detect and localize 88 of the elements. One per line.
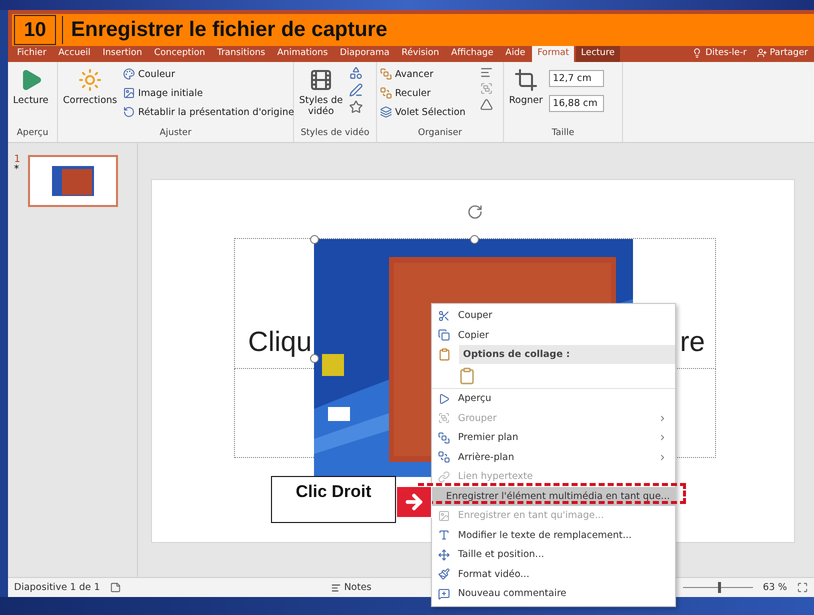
move-icon (438, 548, 450, 561)
reset-icon (123, 106, 136, 118)
ribbon-tab[interactable]: Aide (500, 44, 530, 62)
reset-button[interactable]: Rétablir la présentation d'origine (123, 104, 294, 120)
group-label: Taille (550, 128, 576, 140)
group-label: Ajuster (158, 128, 192, 140)
ribbon-tab[interactable]: Conception (149, 44, 210, 62)
step-title: Enregistrer le fichier de capture (62, 16, 814, 44)
slide-count: Diapositive 1 de 1 (14, 582, 100, 593)
group-label: Styles de vidéo (300, 128, 370, 140)
tell-me-field[interactable]: Dites-le-r (692, 48, 747, 58)
align-icon (480, 66, 493, 79)
menu-item[interactable]: Format vidéo... (432, 564, 675, 584)
group-label: Aperçu (16, 128, 50, 140)
ribbon-tab[interactable]: Diaporama (334, 44, 394, 62)
link-icon (438, 470, 450, 483)
send-back-icon (380, 87, 392, 99)
image-icon (123, 87, 136, 99)
title-text: Cliqu (248, 325, 312, 359)
menu-item[interactable]: Couper (432, 306, 675, 326)
menu-item[interactable]: Nouveau commentaire (432, 584, 675, 604)
video-styles-button[interactable]: Styles de vidéo (297, 66, 345, 128)
bring-front-icon (380, 68, 392, 80)
send-back-icon (438, 451, 450, 464)
star-icon (349, 100, 363, 114)
play-icon (438, 392, 450, 405)
rotate-handle-icon[interactable] (467, 204, 483, 220)
zoom-thumb[interactable] (718, 582, 721, 593)
slide-number: 1 (14, 155, 20, 165)
zoom-level: 63 % (762, 582, 787, 593)
menu-item[interactable]: Aperçu (432, 389, 675, 408)
initial-image-button[interactable]: Image initiale (123, 85, 294, 101)
ribbon-tab[interactable]: Révision (396, 44, 444, 62)
ribbon-tab[interactable]: Animations (272, 44, 333, 62)
crop-icon (514, 68, 538, 92)
film-icon (309, 68, 333, 92)
ribbon-tab[interactable]: Insertion (98, 44, 148, 62)
corrections-button[interactable]: Corrections (61, 66, 120, 128)
menu-item[interactable]: Taille et position... (432, 545, 675, 564)
menu-item[interactable]: Premier plan (432, 428, 675, 448)
menu-item[interactable]: Modifier le texte de remplacement... (432, 526, 675, 545)
resize-handle[interactable] (310, 235, 319, 244)
transition-mark: * (14, 165, 20, 175)
image-icon (438, 510, 450, 522)
resize-handle[interactable] (470, 235, 479, 244)
play-button[interactable]: Lecture (11, 66, 50, 128)
color-button[interactable]: Couleur (123, 66, 294, 82)
bring-front-icon (438, 432, 450, 444)
slide-thumbnail[interactable] (28, 155, 118, 207)
height-field[interactable]: 12,7 cm (548, 70, 604, 87)
person-plus-icon (756, 48, 767, 58)
pen-icon (349, 83, 363, 97)
menu-item[interactable]: Enregistrer l'élément multimédia en tant que... (432, 486, 675, 506)
clipboard-icon (438, 348, 451, 361)
menu-header: Options de collage : (459, 345, 675, 364)
resize-handle[interactable] (310, 354, 319, 363)
menu-item[interactable]: Arrière-plan (432, 448, 675, 467)
text-icon (438, 529, 450, 542)
menu-item[interactable]: Copier (432, 326, 675, 345)
scissors-icon (438, 310, 450, 322)
notes-icon (331, 582, 342, 592)
shapes-icon (349, 66, 363, 80)
ribbon-tab[interactable]: Affichage (446, 44, 498, 62)
lightbulb-icon (692, 48, 702, 58)
forward-button[interactable]: Avancer (380, 66, 466, 82)
paintbrush-icon (438, 568, 450, 580)
sun-icon (78, 68, 102, 92)
callout-label: Clic Droit (271, 476, 396, 523)
step-number: 10 (14, 15, 56, 45)
palette-icon (123, 68, 136, 80)
group-icon (480, 82, 493, 95)
comment-icon (438, 588, 450, 600)
width-field[interactable]: 16,88 cm (548, 95, 604, 112)
ribbon-tab[interactable]: Transitions (212, 44, 270, 62)
ribbon-tab[interactable]: Fichier (12, 44, 52, 62)
selection-pane-button[interactable]: Volet Sélection (380, 104, 466, 120)
group-icon (438, 412, 450, 424)
arrow-right-icon (403, 491, 425, 513)
copy-icon (438, 329, 450, 342)
backward-button[interactable]: Reculer (380, 85, 466, 101)
title-text: re (680, 325, 705, 359)
ribbon-tab[interactable]: Accueil (53, 44, 96, 62)
layers-icon (380, 106, 392, 118)
fit-icon (797, 582, 808, 593)
share-button[interactable]: Partager (756, 48, 808, 58)
notes-button[interactable]: Notes (331, 582, 372, 593)
crop-button[interactable]: Rogner (507, 66, 545, 128)
group-label: Organiser (417, 128, 463, 140)
